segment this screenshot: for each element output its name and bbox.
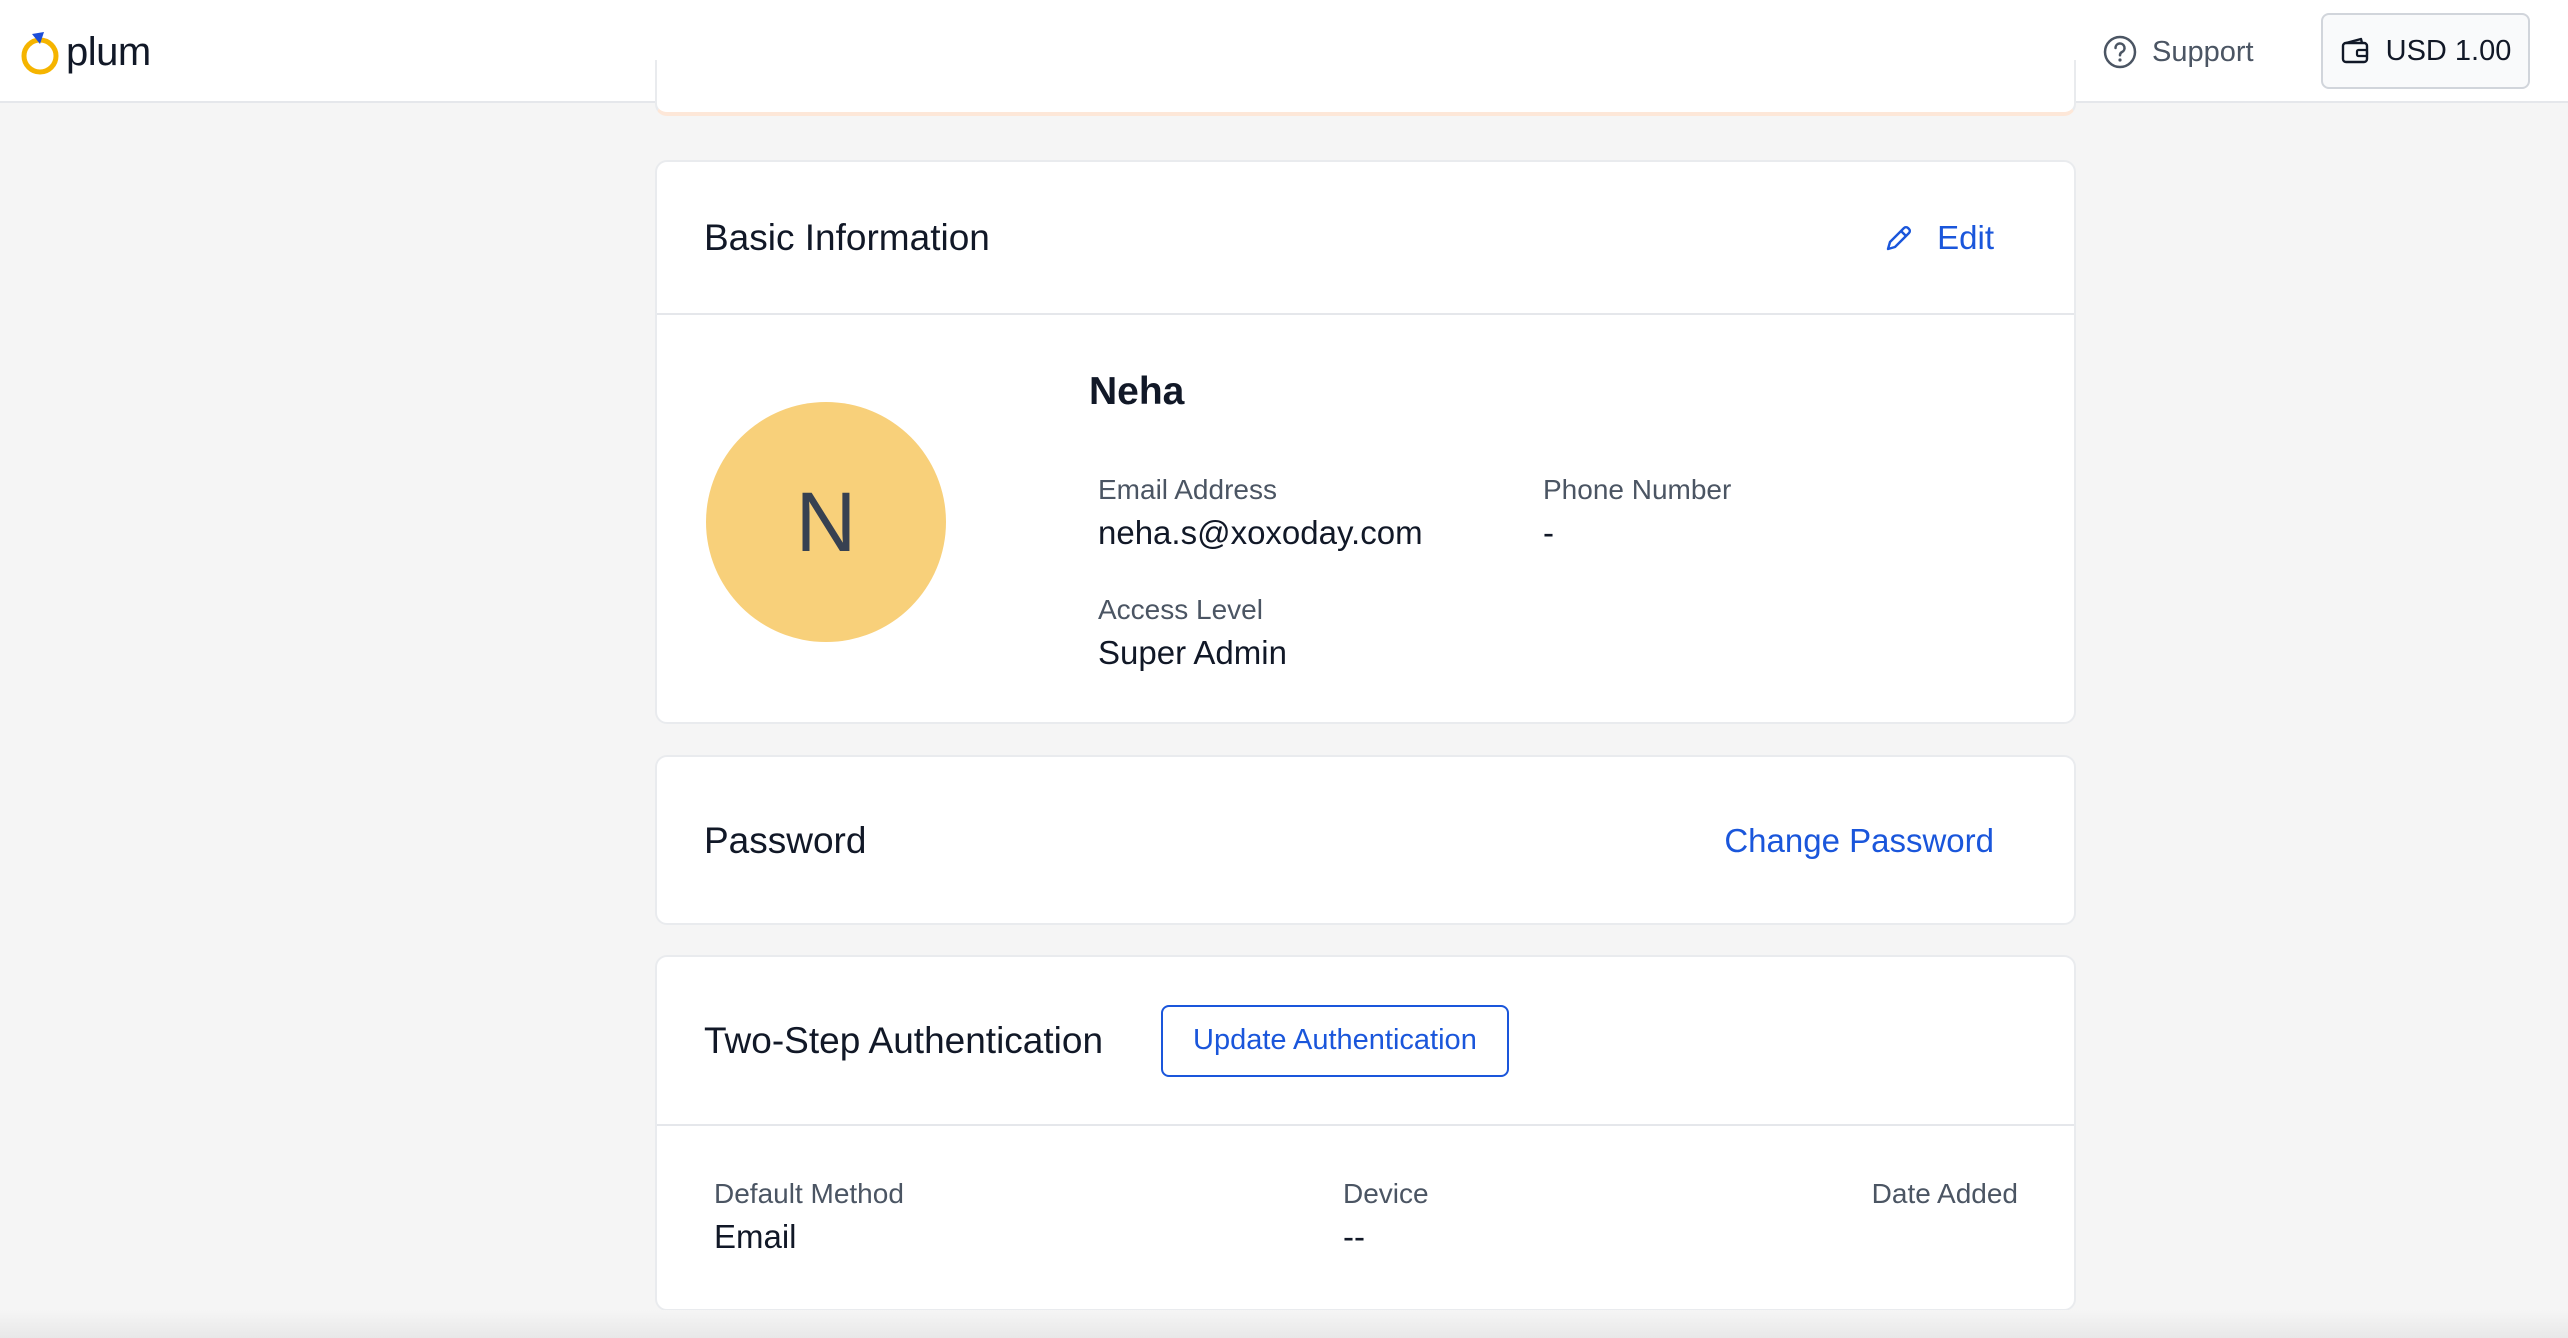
phone-field: Phone Number -: [1543, 470, 1731, 556]
update-authentication-button[interactable]: Update Authentication: [1161, 1004, 1509, 1077]
device-field: Device --: [1343, 1174, 1429, 1260]
access-level-value: Super Admin: [1098, 634, 1287, 671]
email-field: Email Address neha.s@xoxoday.com: [1098, 470, 1423, 556]
notice-card-partial: [655, 60, 2076, 116]
wallet-icon: [2341, 37, 2368, 64]
access-level-field: Access Level Super Admin: [1098, 590, 1287, 676]
password-title: Password: [704, 819, 867, 861]
plum-logo-icon: [21, 32, 59, 75]
change-password-link[interactable]: Change Password: [1724, 822, 1994, 860]
access-level-label: Access Level: [1098, 594, 1263, 625]
device-label: Device: [1343, 1178, 1429, 1209]
default-method-field: Default Method Email: [714, 1174, 904, 1260]
support-link[interactable]: Support: [2102, 28, 2254, 76]
two-step-title: Two-Step Authentication: [704, 1019, 1104, 1061]
device-value: --: [1343, 1218, 1365, 1255]
phone-value: -: [1543, 514, 1554, 551]
wallet-balance-button[interactable]: USD 1.00: [2321, 13, 2530, 89]
help-circle-icon: [2103, 35, 2137, 69]
email-value: neha.s@xoxoday.com: [1098, 514, 1423, 551]
date-added-label: Date Added: [1871, 1178, 2018, 1209]
password-card: Password Change Password: [655, 755, 2076, 925]
basic-information-card: Basic Information Edit N Neha Email Addr…: [655, 160, 2076, 724]
edit-label: Edit: [1937, 218, 1994, 256]
bottom-shade: [0, 1310, 2568, 1338]
default-method-label: Default Method: [714, 1178, 904, 1209]
phone-label: Phone Number: [1543, 474, 1732, 505]
basic-information-header: Basic Information Edit: [657, 162, 2074, 315]
password-header: Password Change Password: [657, 757, 2074, 924]
edit-button[interactable]: Edit: [1883, 219, 1994, 257]
two-step-header: Two-Step Authentication Update Authentic…: [657, 957, 2074, 1126]
plum-logo[interactable]: plum: [18, 24, 151, 80]
date-added-field: Date Added: [1872, 1174, 2018, 1214]
wallet-balance: USD 1.00: [2385, 34, 2512, 67]
support-label: Support: [2152, 35, 2254, 68]
avatar: N: [706, 402, 946, 642]
basic-information-title: Basic Information: [704, 216, 990, 258]
logo-text: plum: [66, 29, 151, 74]
two-step-authentication-card: Two-Step Authentication Update Authentic…: [655, 955, 2076, 1311]
default-method-value: Email: [714, 1218, 797, 1255]
pencil-icon: [1886, 225, 1912, 250]
email-label: Email Address: [1098, 474, 1277, 505]
user-name: Neha: [1089, 370, 1185, 413]
